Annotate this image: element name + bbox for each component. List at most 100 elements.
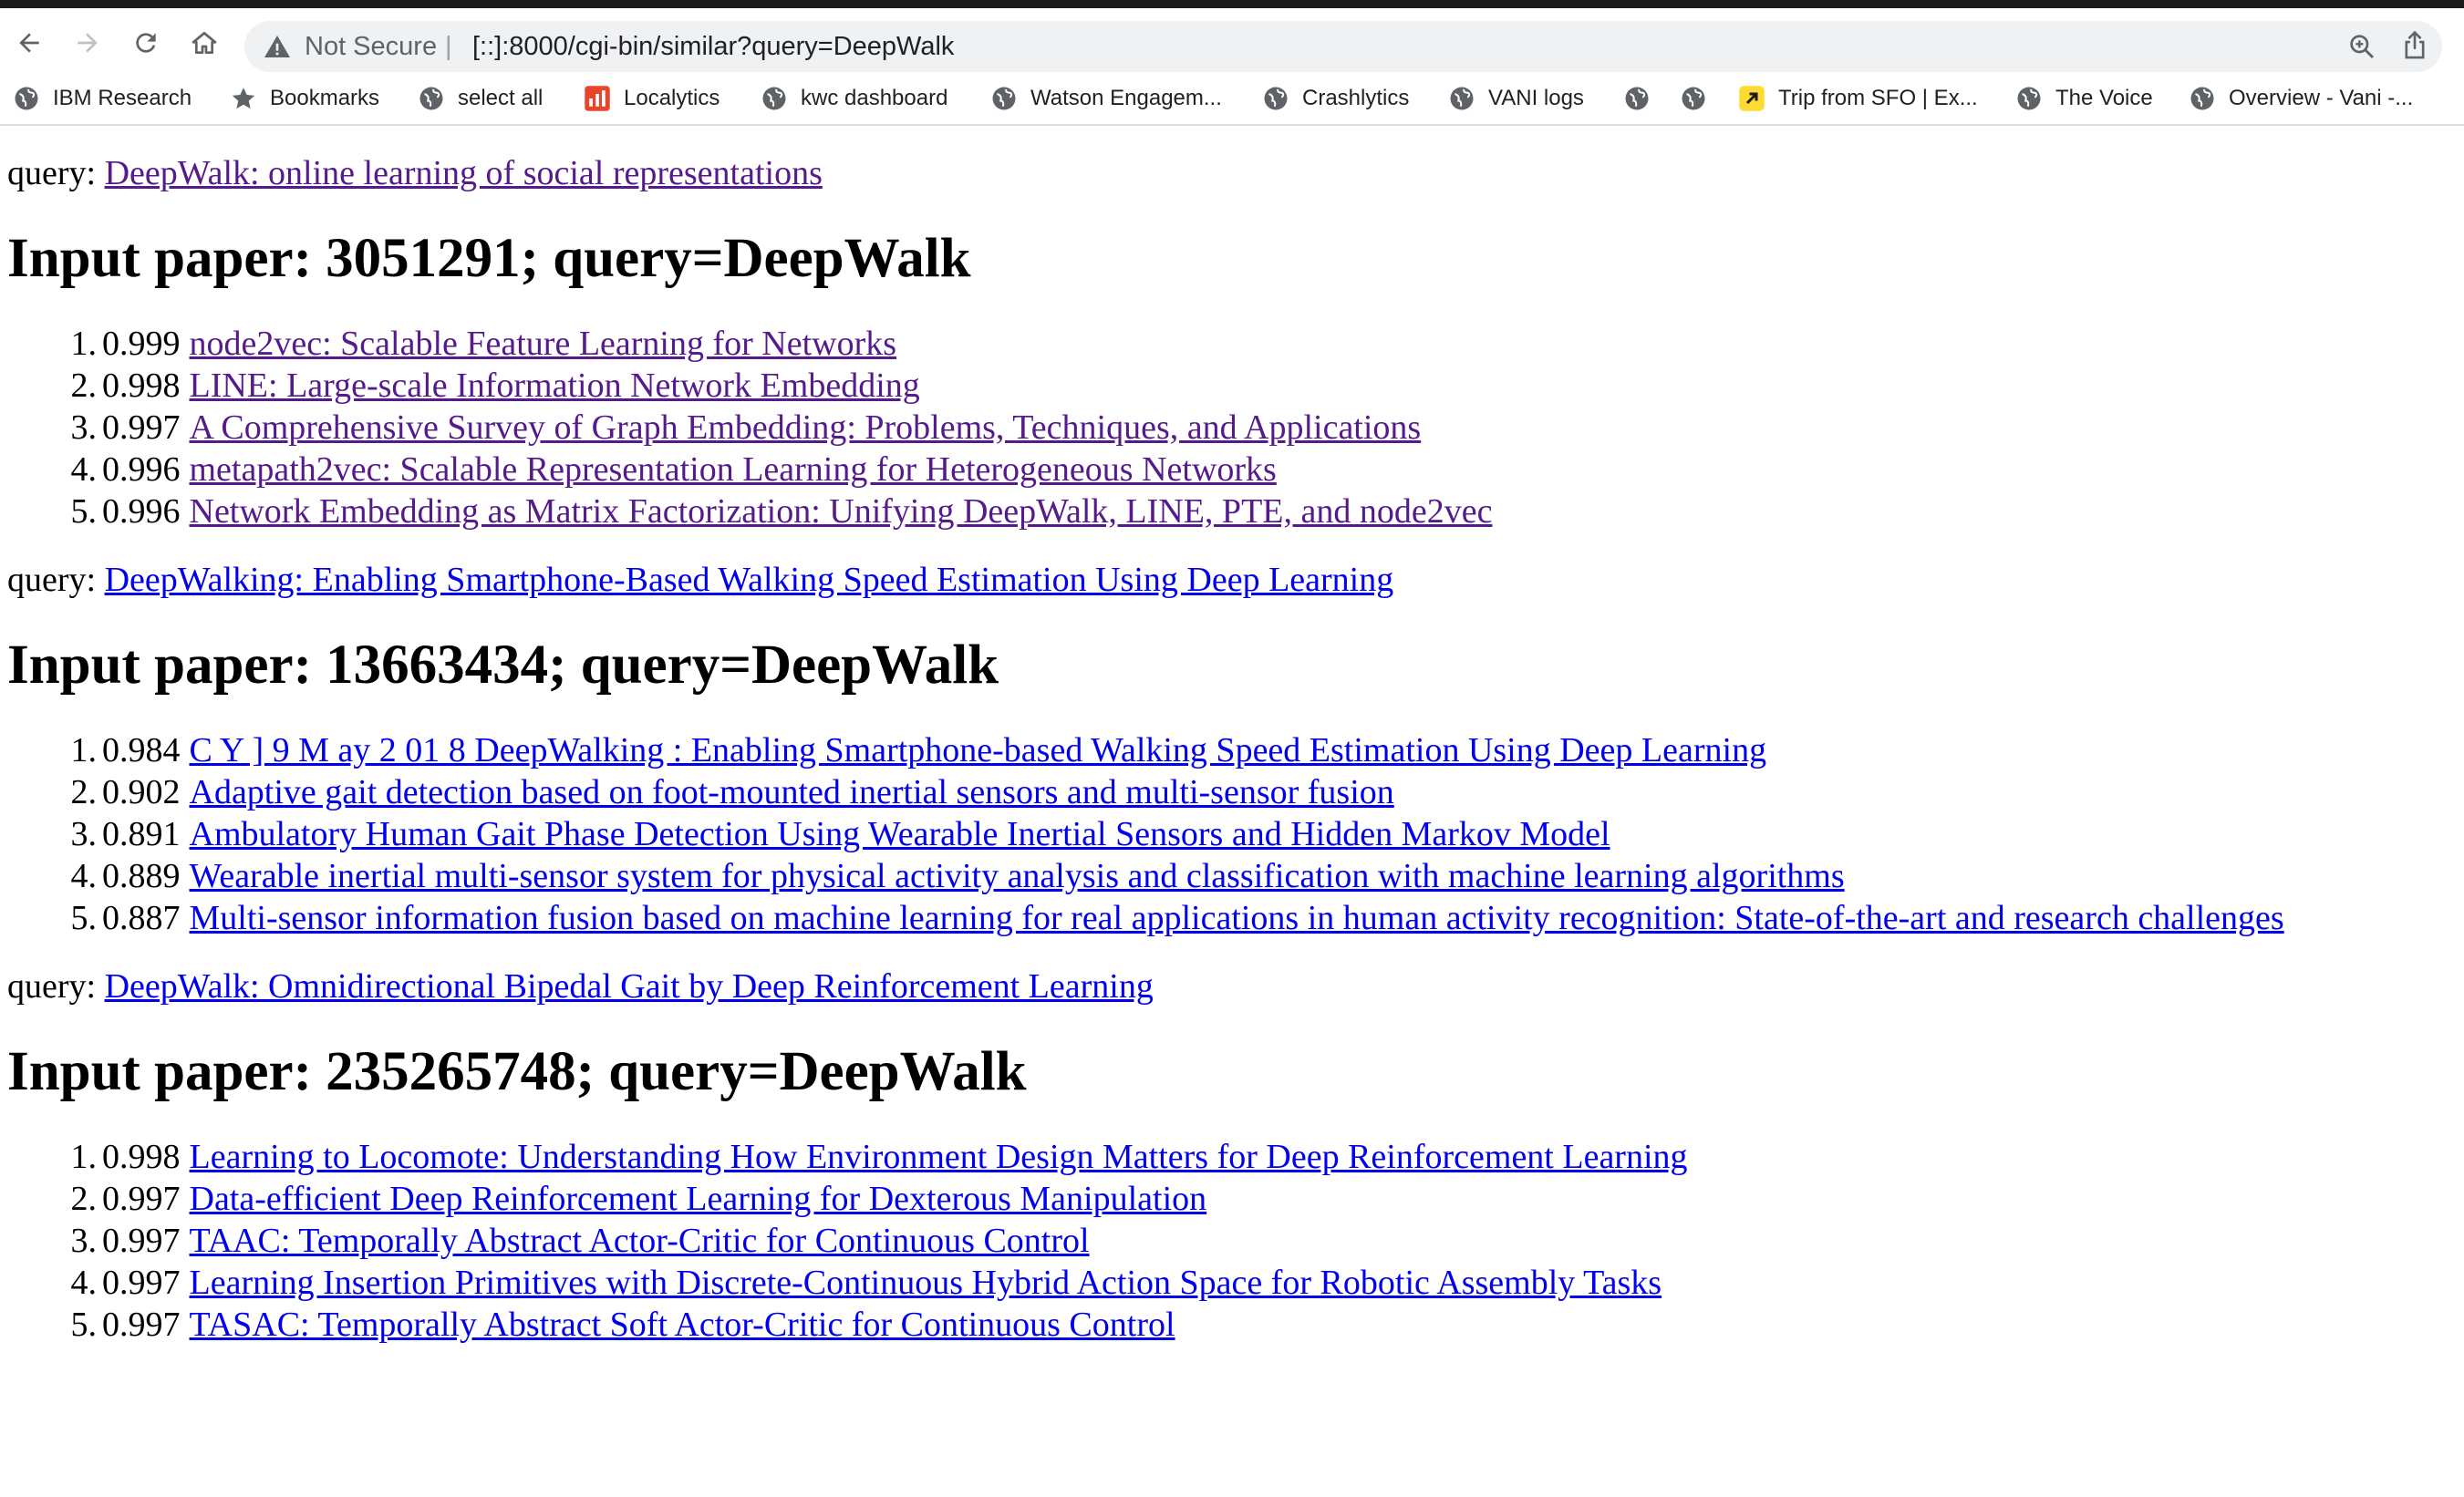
- bookmark-unlabeled-2[interactable]: [1680, 80, 1720, 117]
- bookmark-label: IBM Research: [53, 86, 192, 110]
- bookmark-label: kwc dashboard: [801, 86, 948, 110]
- warning-icon[interactable]: [263, 32, 292, 61]
- result-link[interactable]: C Y ] 9 M ay 2 01 8 DeepWalking : Enabli…: [190, 729, 1767, 771]
- home-button[interactable]: [186, 25, 223, 61]
- result-item: 3. 0.891 Ambulatory Human Gait Phase Detec…: [7, 813, 2451, 855]
- url-text[interactable]: [::]:8000/cgi-bin/similar?query=DeepWalk: [472, 29, 954, 64]
- back-arrow-icon: [19, 33, 39, 53]
- result-rank: 3.: [70, 815, 98, 853]
- results-list: 1. 0.984 C Y ] 9 M ay 2 01 8 DeepWalking :…: [7, 729, 2451, 939]
- result-link[interactable]: Network Embedding as Matrix Factorizatio…: [190, 490, 1493, 532]
- query-paper-link[interactable]: DeepWalk: online learning of social repr…: [105, 154, 823, 192]
- result-rank: 1.: [70, 325, 98, 363]
- result-item: 3. 0.997 TAAC: Temporally Abstract Actor-C…: [7, 1220, 2451, 1262]
- result-link[interactable]: TAAC: Temporally Abstract Actor-Critic f…: [190, 1220, 1090, 1262]
- bookmark-overview-vani[interactable]: Overview - Vani -...: [2189, 80, 2413, 117]
- result-score: 0.999: [102, 325, 181, 363]
- result-item: 5. 0.996 Network Embedding as Matrix Facto…: [7, 490, 2451, 532]
- security-label[interactable]: Not Secure: [305, 29, 437, 64]
- back-button[interactable]: [11, 25, 47, 61]
- result-item: 4. 0.996 metapath2vec: Scalable Representa…: [7, 449, 2451, 490]
- bookmark-label: Watson Engagem...: [1030, 86, 1222, 110]
- result-score: 0.889: [102, 857, 181, 895]
- bookmark-label: Bookmarks: [270, 86, 380, 110]
- bookmark-crashlytics[interactable]: Crashlytics: [1262, 80, 1409, 117]
- result-rank: 5.: [70, 899, 98, 937]
- reload-button[interactable]: [128, 25, 164, 61]
- result-link[interactable]: Ambulatory Human Gait Phase Detection Us…: [190, 813, 1610, 855]
- result-link[interactable]: Wearable inertial multi-sensor system fo…: [190, 855, 1845, 897]
- result-link[interactable]: TASAC: Temporally Abstract Soft Actor-Cr…: [190, 1304, 1175, 1346]
- result-link[interactable]: Adaptive gait detection based on foot-mo…: [190, 771, 1394, 813]
- result-link[interactable]: LINE: Large-scale Information Network Em…: [190, 365, 920, 407]
- result-rank: 3.: [70, 1222, 98, 1260]
- input-paper-heading: Input paper: 13663434; query=DeepWalk: [7, 635, 999, 696]
- address-separator: |: [445, 32, 452, 61]
- bookmark-kwc-dashboard[interactable]: kwc dashboard: [761, 80, 947, 117]
- result-score: 0.984: [102, 731, 181, 769]
- result-rank: 5.: [70, 1306, 98, 1344]
- query-paper-link[interactable]: DeepWalking: Enabling Smartphone-Based W…: [105, 561, 1394, 599]
- bookmark-label: VANI logs: [1488, 86, 1584, 110]
- result-link[interactable]: Learning Insertion Primitives with Discr…: [190, 1262, 1662, 1304]
- result-item: 1. 0.998 Learning to Locomote: Understandi…: [7, 1136, 2451, 1178]
- bookmark-bookmarks-folder[interactable]: Bookmarks: [230, 80, 379, 117]
- bookmark-unlabeled-1[interactable]: [1623, 80, 1663, 117]
- zoom-icon[interactable]: [2347, 32, 2376, 61]
- result-score: 0.997: [102, 1264, 181, 1302]
- result-item: 1. 0.999 node2vec: Scalable Feature Learni…: [7, 323, 2451, 365]
- result-rank: 5.: [70, 492, 98, 531]
- forward-arrow-icon: [78, 33, 98, 53]
- query-line: query: DeepWalking: Enabling Smartphone-…: [7, 558, 2451, 602]
- bookmark-label: The Voice: [2055, 86, 2153, 110]
- result-item: 1. 0.984 C Y ] 9 M ay 2 01 8 DeepWalking :…: [7, 729, 2451, 771]
- result-score: 0.996: [102, 492, 181, 531]
- bookmark-localytics[interactable]: Localytics: [584, 80, 720, 117]
- input-paper-heading: Input paper: 235265748; query=DeepWalk: [7, 1041, 1027, 1102]
- bookmark-the-voice[interactable]: The Voice: [2015, 80, 2153, 117]
- result-score: 0.891: [102, 815, 181, 853]
- bookmark-vani-logs[interactable]: VANI logs: [1448, 80, 1584, 117]
- result-rank: 4.: [70, 450, 98, 489]
- globe-icon: [1682, 87, 1705, 110]
- address-bar[interactable]: Not Secure | [::]:8000/cgi-bin/similar?q…: [244, 21, 2442, 72]
- result-item: 2. 0.998 LINE: Large-scale Information Net…: [7, 365, 2451, 407]
- results-list: 1. 0.999 node2vec: Scalable Feature Learni…: [7, 323, 2451, 532]
- results-list: 1. 0.998 Learning to Locomote: Understandi…: [7, 1136, 2451, 1346]
- query-paper-link[interactable]: DeepWalk: Omnidirectional Bipedal Gait b…: [105, 967, 1154, 1006]
- result-score: 0.996: [102, 450, 181, 489]
- bookmark-label: select all: [458, 86, 544, 110]
- bookmark-ibm-research[interactable]: IBM Research: [13, 80, 192, 117]
- globe-icon: [992, 87, 1016, 110]
- result-link[interactable]: Data-efficient Deep Reinforcement Learni…: [190, 1178, 1207, 1220]
- result-score: 0.902: [102, 773, 181, 811]
- result-rank: 3.: [70, 408, 98, 447]
- globe-icon: [1264, 87, 1288, 110]
- star-icon: [232, 88, 255, 109]
- bookmark-label: Trip from SFO | Ex...: [1778, 86, 1978, 110]
- localytics-icon: [585, 86, 610, 111]
- result-rank: 1.: [70, 731, 98, 769]
- result-rank: 1.: [70, 1138, 98, 1176]
- globe-icon: [2190, 87, 2214, 110]
- bookmark-trip-from-sfo[interactable]: Trip from SFO | Ex...: [1738, 80, 1978, 117]
- query-prefix: query:: [7, 154, 97, 192]
- result-score: 0.997: [102, 1306, 181, 1344]
- result-link[interactable]: metapath2vec: Scalable Representation Le…: [190, 449, 1277, 490]
- bookmark-watson-engagement[interactable]: Watson Engagem...: [990, 80, 1222, 117]
- window-top-edge: [0, 0, 2464, 8]
- result-item: 3. 0.997 A Comprehensive Survey of Graph E…: [7, 407, 2451, 449]
- result-item: 5. 0.997 TASAC: Temporally Abstract Soft A…: [7, 1304, 2451, 1346]
- result-rank: 2.: [70, 1180, 98, 1218]
- result-link[interactable]: A Comprehensive Survey of Graph Embeddin…: [190, 407, 1422, 449]
- result-link[interactable]: node2vec: Scalable Feature Learning for …: [190, 323, 897, 365]
- forward-button[interactable]: [69, 25, 106, 61]
- share-icon[interactable]: [2400, 30, 2429, 61]
- result-link[interactable]: Multi-sensor information fusion based on…: [190, 897, 2284, 939]
- browser-toolbar: Not Secure | [::]:8000/cgi-bin/similar?q…: [0, 8, 2464, 72]
- result-link[interactable]: Learning to Locomote: Understanding How …: [190, 1136, 1688, 1178]
- result-rank: 4.: [70, 1264, 98, 1302]
- globe-icon: [2017, 87, 2041, 110]
- bookmark-select-all[interactable]: select all: [418, 80, 543, 117]
- home-icon: [192, 32, 217, 54]
